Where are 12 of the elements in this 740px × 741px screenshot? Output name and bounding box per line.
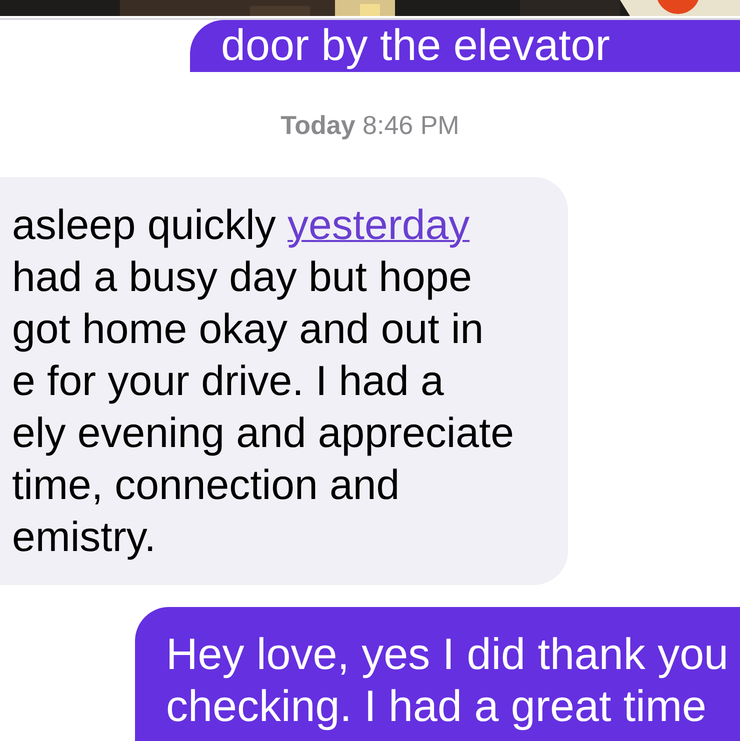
message-line: checking. I had a great time	[166, 681, 708, 733]
message-line: had a busy day but hope	[12, 252, 474, 302]
timestamp: Today 8:46 PM	[280, 110, 460, 141]
message-bubble: door by the elevator	[190, 20, 740, 72]
message-link[interactable]: yesterday	[287, 201, 470, 248]
message-line: emistry.	[12, 512, 157, 562]
message-line: e for your drive. I had a	[12, 356, 445, 406]
message-line: ely evening and appreciate	[12, 408, 516, 458]
message-line: Hey love, yes I did thank you	[166, 629, 730, 681]
message-line: asleep quickly yesterday	[12, 200, 471, 250]
message-line: got home okay and out in	[12, 304, 485, 354]
message-line: time, connection and	[12, 460, 401, 510]
